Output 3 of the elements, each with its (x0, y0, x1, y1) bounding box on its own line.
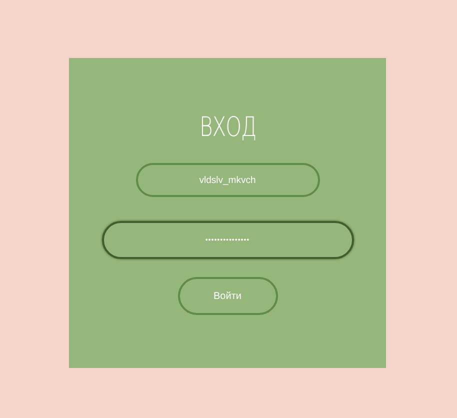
login-title: ВХОД (199, 114, 256, 141)
login-button[interactable]: Войти (178, 277, 278, 315)
username-field[interactable]: vldslv_mkvch (136, 163, 320, 197)
